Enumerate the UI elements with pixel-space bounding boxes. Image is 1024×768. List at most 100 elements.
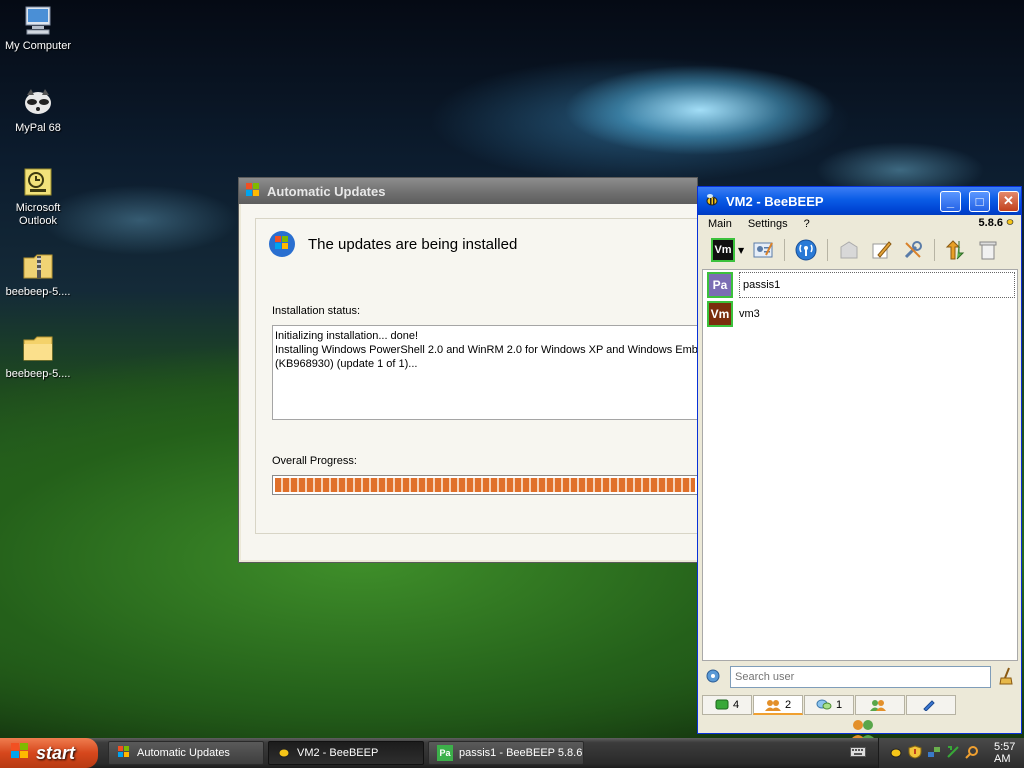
au-heading: The updates are being installed [308, 236, 518, 253]
beebeep-title-text: VM2 - BeeBEEP [726, 193, 824, 209]
search-options-icon[interactable] [704, 667, 722, 688]
taskbar-button-passis1-beebeep[interactable]: Pa passis1 - BeeBEEP 5.8.6 [428, 741, 584, 765]
network-button[interactable] [793, 237, 819, 263]
taskbar-button-label: passis1 - BeeBEEP 5.8.6 [459, 747, 583, 759]
raccoon-browser-icon [22, 86, 54, 118]
maximize-icon: □ [975, 193, 984, 209]
clear-search-broom-icon[interactable] [999, 667, 1015, 688]
network-antenna-icon [795, 239, 817, 261]
desktop-icon-label: Microsoft Outlook [15, 202, 61, 227]
close-icon: ✕ [1003, 193, 1014, 208]
edit-profile-button[interactable] [750, 237, 776, 263]
desktop-icon-label: My Computer [4, 40, 72, 52]
beebeep-menubar: Main Settings ? 5.8.6 [698, 215, 1021, 233]
file-share-icon [923, 700, 935, 711]
menu-main[interactable]: Main [708, 218, 732, 230]
version-text: 5.8.6 [978, 216, 1003, 229]
minimize-icon: _ [946, 193, 955, 209]
windows-update-icon [266, 227, 298, 262]
desktop-icon-beebeep-zip[interactable]: beebeep-5.... [0, 250, 76, 299]
beebeep-titlebar[interactable]: VM2 - BeeBEEP _ □ ✕ [698, 187, 1021, 215]
taskbar-button-label: VM2 - BeeBEEP [297, 747, 379, 759]
bee-icon [277, 745, 291, 762]
tab-messages[interactable]: 1 [804, 695, 854, 715]
start-button[interactable]: start [0, 738, 98, 768]
small-bee-icon [1005, 216, 1015, 229]
windows-update-tray-icon[interactable] [946, 745, 960, 762]
au-title-text: Automatic Updates [267, 183, 386, 199]
desktop-icon-beebeep-folder[interactable]: beebeep-5.... [0, 332, 76, 381]
windows-flag-icon [245, 182, 261, 201]
taskbar-button-automatic-updates[interactable]: Automatic Updates [108, 741, 264, 765]
tab-users[interactable]: 2 [753, 695, 803, 715]
au-panel: The updates are being installed Installa… [255, 218, 697, 534]
au-body: The updates are being installed Installa… [241, 204, 697, 560]
user-row[interactable]: Vm vm3 [707, 301, 1015, 327]
status-avatar-button[interactable]: Vm [710, 237, 736, 263]
chat-bubbles-icon [816, 699, 832, 710]
user-avatar: Pa [707, 272, 733, 298]
close-button[interactable]: ✕ [998, 190, 1019, 212]
bee-icon [704, 192, 720, 211]
toolbar-separator [934, 239, 936, 261]
tab-chats[interactable]: 4 [702, 695, 752, 715]
passis-avatar-icon: Pa [437, 745, 453, 761]
windows-flag-icon [117, 745, 131, 762]
clock[interactable]: 5:57 AM [994, 741, 1024, 765]
start-label: start [36, 742, 76, 763]
vcard-icon [753, 242, 774, 258]
system-tray: 5:57 AM [878, 738, 1024, 768]
tab-count: 2 [784, 698, 792, 711]
network-tray-icon[interactable] [927, 745, 941, 762]
send-file-button[interactable] [836, 237, 862, 263]
tab-count: 4 [732, 699, 740, 711]
chat-green-icon [715, 699, 729, 710]
maximize-button[interactable]: □ [969, 190, 990, 212]
installation-status-box: Initializing installation... done! Insta… [272, 325, 697, 420]
keyboard-icon[interactable] [850, 746, 866, 761]
tools-button[interactable] [900, 237, 926, 263]
security-shield-icon[interactable] [908, 744, 922, 762]
au-titlebar[interactable]: Automatic Updates [239, 178, 697, 204]
menu-settings[interactable]: Settings [748, 218, 788, 230]
desktop-icon-my-computer[interactable]: My Computer [0, 4, 76, 53]
minimize-button[interactable]: _ [940, 190, 961, 212]
user-name: passis1 [739, 272, 1015, 298]
desktop-icon-outlook[interactable]: Microsoft Outlook [0, 166, 76, 228]
search-icon[interactable] [965, 745, 979, 762]
tab-count: 1 [835, 699, 843, 711]
user-list: Pa passis1 Vm vm3 [702, 269, 1018, 742]
search-row [704, 665, 1015, 689]
toolbar-separator [784, 239, 786, 261]
au-header: The updates are being installed [266, 227, 517, 262]
search-user-input[interactable] [730, 666, 991, 688]
desktop-icon-label: MyPal 68 [15, 122, 61, 134]
desktop-icon-mypal[interactable]: MyPal 68 [0, 86, 76, 135]
overall-progress-bar [272, 475, 697, 495]
write-message-button[interactable] [868, 237, 894, 263]
progress-fill [275, 478, 695, 492]
toolbar-separator [827, 239, 829, 261]
folder-icon [22, 332, 54, 364]
beebeep-toolbar: Vm ▼ [698, 233, 1021, 267]
chevron-down-icon[interactable]: ▼ [738, 246, 744, 255]
zip-folder-icon [22, 250, 54, 282]
menu-help[interactable]: ? [804, 218, 810, 230]
taskbar-button-vm2-beebeep[interactable]: VM2 - BeeBEEP [268, 741, 424, 765]
tools-icon [905, 241, 923, 259]
desktop-icon-label: beebeep-5.... [5, 368, 71, 380]
user-avatar: Vm [707, 301, 733, 327]
users-icon [764, 699, 781, 711]
folder-disabled-icon [840, 241, 858, 259]
tab-file-sharing[interactable] [906, 695, 956, 715]
taskbar-button-label: Automatic Updates [137, 747, 230, 759]
clear-button[interactable] [975, 237, 1001, 263]
pencil-icon [872, 241, 892, 259]
tab-groups[interactable] [855, 695, 905, 715]
status-label: Installation status: [272, 305, 361, 317]
user-name: vm3 [739, 308, 760, 320]
user-row[interactable]: Pa passis1 [707, 272, 1015, 298]
update-button[interactable] [943, 237, 969, 263]
bee-tray-icon[interactable] [889, 745, 903, 762]
beebeep-window: VM2 - BeeBEEP _ □ ✕ Main Settings ? 5.8.… [697, 186, 1022, 742]
